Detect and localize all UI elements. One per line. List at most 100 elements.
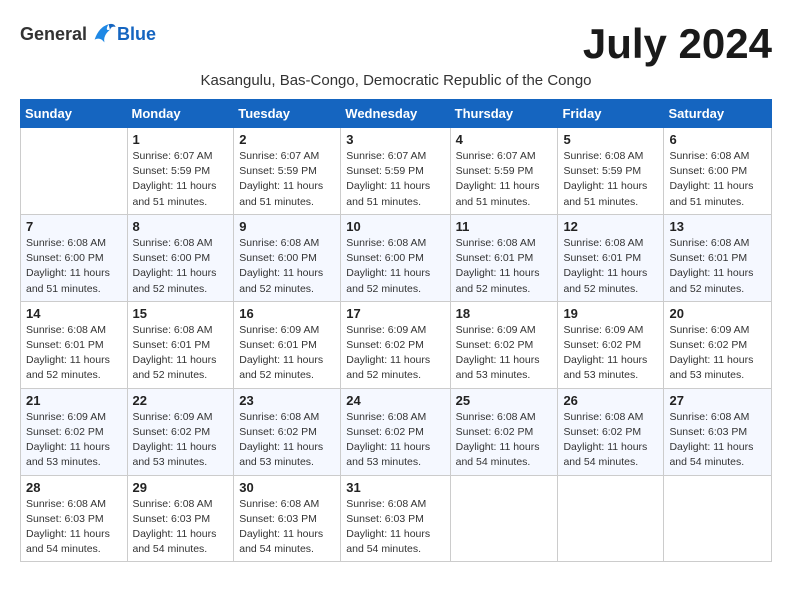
day-number: 14	[26, 306, 122, 321]
calendar-header-tuesday: Tuesday	[234, 100, 341, 128]
calendar-cell: 25 Sunrise: 6:08 AMSunset: 6:02 PMDayligh…	[450, 388, 558, 475]
calendar-cell: 19 Sunrise: 6:09 AMSunset: 6:02 PMDayligh…	[558, 301, 664, 388]
month-title: July 2024	[583, 20, 772, 68]
day-sun-info: Sunrise: 6:09 AMSunset: 6:02 PMDaylight:…	[669, 323, 766, 384]
day-sun-info: Sunrise: 6:09 AMSunset: 6:02 PMDaylight:…	[133, 410, 229, 471]
day-number: 3	[346, 132, 444, 147]
day-number: 18	[456, 306, 553, 321]
day-sun-info: Sunrise: 6:08 AMSunset: 6:01 PMDaylight:…	[456, 236, 553, 297]
calendar-cell: 1 Sunrise: 6:07 AMSunset: 5:59 PMDaylight…	[127, 128, 234, 215]
calendar-header-saturday: Saturday	[664, 100, 772, 128]
calendar-table: SundayMondayTuesdayWednesdayThursdayFrid…	[20, 99, 772, 562]
day-number: 21	[26, 393, 122, 408]
day-number: 25	[456, 393, 553, 408]
day-number: 26	[563, 393, 658, 408]
day-sun-info: Sunrise: 6:08 AMSunset: 6:00 PMDaylight:…	[239, 236, 335, 297]
calendar-cell: 29Sunrise: 6:08 AMSunset: 6:03 PMDayligh…	[127, 475, 234, 562]
day-number: 30	[239, 480, 335, 495]
calendar-cell: 18 Sunrise: 6:09 AMSunset: 6:02 PMDayligh…	[450, 301, 558, 388]
calendar-cell	[450, 475, 558, 562]
day-sun-info: Sunrise: 6:08 AMSunset: 6:02 PMDaylight:…	[456, 410, 553, 471]
calendar-cell: 14 Sunrise: 6:08 AMSunset: 6:01 PMDayligh…	[21, 301, 128, 388]
day-number: 24	[346, 393, 444, 408]
calendar-cell: 21 Sunrise: 6:09 AMSunset: 6:02 PMDayligh…	[21, 388, 128, 475]
day-sun-info: Sunrise: 6:08 AMSunset: 6:01 PMDaylight:…	[563, 236, 658, 297]
day-number: 6	[669, 132, 766, 147]
logo-blue-text: Blue	[117, 24, 156, 45]
calendar-cell: 4 Sunrise: 6:07 AMSunset: 5:59 PMDaylight…	[450, 128, 558, 215]
calendar-cell: 9Sunrise: 6:08 AMSunset: 6:00 PMDaylight…	[234, 214, 341, 301]
calendar-week-row: 21 Sunrise: 6:09 AMSunset: 6:02 PMDayligh…	[21, 388, 772, 475]
calendar-cell: 12 Sunrise: 6:08 AMSunset: 6:01 PMDayligh…	[558, 214, 664, 301]
calendar-week-row: 28Sunrise: 6:08 AMSunset: 6:03 PMDayligh…	[21, 475, 772, 562]
calendar-cell: 2 Sunrise: 6:07 AMSunset: 5:59 PMDaylight…	[234, 128, 341, 215]
day-number: 17	[346, 306, 444, 321]
calendar-cell	[21, 128, 128, 215]
calendar-header-sunday: Sunday	[21, 100, 128, 128]
day-sun-info: Sunrise: 6:09 AMSunset: 6:02 PMDaylight:…	[26, 410, 122, 471]
logo: General Blue	[20, 20, 156, 48]
calendar-cell: 26 Sunrise: 6:08 AMSunset: 6:02 PMDayligh…	[558, 388, 664, 475]
calendar-cell	[664, 475, 772, 562]
day-number: 10	[346, 219, 444, 234]
location-title: Kasangulu, Bas-Congo, Democratic Republi…	[20, 72, 772, 89]
day-number: 7	[26, 219, 122, 234]
day-number: 5	[563, 132, 658, 147]
calendar-cell: 6Sunrise: 6:08 AMSunset: 6:00 PMDaylight…	[664, 128, 772, 215]
calendar-header-thursday: Thursday	[450, 100, 558, 128]
calendar-cell: 15Sunrise: 6:08 AMSunset: 6:01 PMDayligh…	[127, 301, 234, 388]
day-sun-info: Sunrise: 6:08 AMSunset: 5:59 PMDaylight:…	[563, 149, 658, 210]
day-number: 13	[669, 219, 766, 234]
day-sun-info: Sunrise: 6:08 AMSunset: 6:03 PMDaylight:…	[346, 497, 444, 558]
calendar-cell: 5 Sunrise: 6:08 AMSunset: 5:59 PMDaylight…	[558, 128, 664, 215]
calendar-cell: 7 Sunrise: 6:08 AMSunset: 6:00 PMDaylight…	[21, 214, 128, 301]
calendar-cell: 22 Sunrise: 6:09 AMSunset: 6:02 PMDayligh…	[127, 388, 234, 475]
calendar-week-row: 1 Sunrise: 6:07 AMSunset: 5:59 PMDaylight…	[21, 128, 772, 215]
calendar-week-row: 7 Sunrise: 6:08 AMSunset: 6:00 PMDaylight…	[21, 214, 772, 301]
day-sun-info: Sunrise: 6:07 AMSunset: 5:59 PMDaylight:…	[133, 149, 229, 210]
day-number: 23	[239, 393, 335, 408]
day-number: 2	[239, 132, 335, 147]
day-sun-info: Sunrise: 6:08 AMSunset: 6:01 PMDaylight:…	[26, 323, 122, 384]
calendar-cell: 24Sunrise: 6:08 AMSunset: 6:02 PMDayligh…	[341, 388, 450, 475]
day-number: 8	[133, 219, 229, 234]
day-sun-info: Sunrise: 6:07 AMSunset: 5:59 PMDaylight:…	[456, 149, 553, 210]
calendar-cell: 11 Sunrise: 6:08 AMSunset: 6:01 PMDayligh…	[450, 214, 558, 301]
calendar-week-row: 14 Sunrise: 6:08 AMSunset: 6:01 PMDayligh…	[21, 301, 772, 388]
day-sun-info: Sunrise: 6:08 AMSunset: 6:00 PMDaylight:…	[26, 236, 122, 297]
day-number: 20	[669, 306, 766, 321]
day-number: 22	[133, 393, 229, 408]
day-number: 11	[456, 219, 553, 234]
day-number: 29	[133, 480, 229, 495]
day-sun-info: Sunrise: 6:09 AMSunset: 6:02 PMDaylight:…	[456, 323, 553, 384]
calendar-cell: 3 Sunrise: 6:07 AMSunset: 5:59 PMDaylight…	[341, 128, 450, 215]
calendar-cell: 17Sunrise: 6:09 AMSunset: 6:02 PMDayligh…	[341, 301, 450, 388]
calendar-cell: 8Sunrise: 6:08 AMSunset: 6:00 PMDaylight…	[127, 214, 234, 301]
day-number: 19	[563, 306, 658, 321]
day-number: 15	[133, 306, 229, 321]
calendar-cell: 28Sunrise: 6:08 AMSunset: 6:03 PMDayligh…	[21, 475, 128, 562]
calendar-cell: 27Sunrise: 6:08 AMSunset: 6:03 PMDayligh…	[664, 388, 772, 475]
calendar-header-monday: Monday	[127, 100, 234, 128]
calendar-header-friday: Friday	[558, 100, 664, 128]
day-sun-info: Sunrise: 6:08 AMSunset: 6:02 PMDaylight:…	[239, 410, 335, 471]
day-number: 12	[563, 219, 658, 234]
day-number: 27	[669, 393, 766, 408]
day-sun-info: Sunrise: 6:07 AMSunset: 5:59 PMDaylight:…	[239, 149, 335, 210]
calendar-cell: 31 Sunrise: 6:08 AMSunset: 6:03 PMDayligh…	[341, 475, 450, 562]
day-number: 4	[456, 132, 553, 147]
day-sun-info: Sunrise: 6:08 AMSunset: 6:03 PMDaylight:…	[26, 497, 122, 558]
calendar-cell	[558, 475, 664, 562]
day-number: 31	[346, 480, 444, 495]
day-number: 1	[133, 132, 229, 147]
calendar-header-wednesday: Wednesday	[341, 100, 450, 128]
day-sun-info: Sunrise: 6:09 AMSunset: 6:01 PMDaylight:…	[239, 323, 335, 384]
logo-bird-icon	[89, 20, 117, 48]
day-sun-info: Sunrise: 6:09 AMSunset: 6:02 PMDaylight:…	[563, 323, 658, 384]
logo-general-text: General	[20, 24, 87, 45]
page-header: General Blue July 2024	[20, 20, 772, 68]
calendar-cell: 16Sunrise: 6:09 AMSunset: 6:01 PMDayligh…	[234, 301, 341, 388]
day-sun-info: Sunrise: 6:08 AMSunset: 6:02 PMDaylight:…	[563, 410, 658, 471]
day-sun-info: Sunrise: 6:07 AMSunset: 5:59 PMDaylight:…	[346, 149, 444, 210]
calendar-header-row: SundayMondayTuesdayWednesdayThursdayFrid…	[21, 100, 772, 128]
